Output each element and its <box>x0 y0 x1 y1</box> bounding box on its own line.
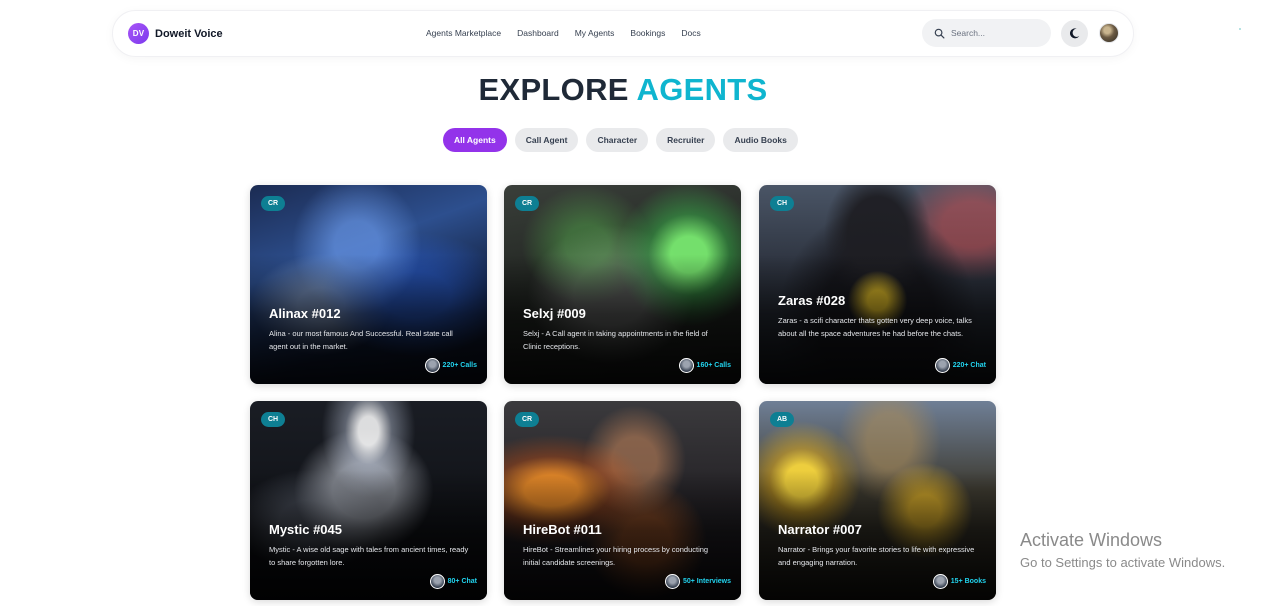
category-badge: CH <box>261 412 286 427</box>
category-badge: CR <box>515 412 540 427</box>
top-navbar: DV Doweit Voice Agents Marketplace Dashb… <box>112 10 1134 57</box>
nav-link-agents-marketplace[interactable]: Agents Marketplace <box>426 28 501 38</box>
page-title-part1: EXPLORE <box>478 72 629 107</box>
page-title: EXPLORE AGENTS <box>0 72 1246 108</box>
card-stat: 15+ Books <box>932 574 986 589</box>
filter-chips: All Agents Call Agent Character Recruite… <box>443 128 798 152</box>
nav-link-bookings[interactable]: Bookings <box>630 28 665 38</box>
brand-name: Doweit Voice <box>155 27 223 40</box>
card-stat: 160+ Calls <box>678 358 731 373</box>
agent-card-mystic[interactable]: CH Mystic #045 Mystic - A wise old sage … <box>250 401 487 600</box>
page-title-part2: AGENTS <box>636 72 768 107</box>
card-title: Alinax #012 <box>269 306 341 321</box>
agent-mini-avatar-icon <box>664 574 680 589</box>
category-badge: CR <box>261 196 286 211</box>
agent-mini-avatar-icon <box>429 574 445 589</box>
card-description: Selxj - A Call agent in taking appointme… <box>523 329 708 351</box>
card-stat-text: 15+ Books <box>950 578 986 585</box>
card-overlay <box>759 401 996 600</box>
brand[interactable]: DV Doweit Voice <box>128 23 223 44</box>
card-stat-text: 220+ Chat <box>952 362 986 369</box>
card-overlay <box>504 185 741 384</box>
card-title: Zaras #028 <box>778 293 846 308</box>
moon-icon <box>1070 28 1080 39</box>
nav-link-docs[interactable]: Docs <box>681 28 700 38</box>
search-box[interactable] <box>922 19 1051 47</box>
card-title: HireBot #011 <box>523 522 602 537</box>
card-title: Mystic #045 <box>269 522 342 537</box>
card-description: HireBot - Streamlines your hiring proces… <box>523 545 709 567</box>
corner-dot <box>1239 28 1241 30</box>
card-stat-text: 80+ Chat <box>447 578 477 585</box>
user-avatar[interactable] <box>1099 23 1119 43</box>
card-description: Zaras - a scifi character thats gotten v… <box>778 316 972 338</box>
card-description: Narrator - Brings your favorite stories … <box>778 545 975 567</box>
card-overlay <box>250 185 487 384</box>
card-stat-text: 220+ Calls <box>442 362 477 369</box>
agent-mini-avatar-icon <box>678 358 694 373</box>
agent-mini-avatar-icon <box>932 574 948 589</box>
filter-recruiter[interactable]: Recruiter <box>656 128 716 152</box>
card-stat: 80+ Chat <box>429 574 477 589</box>
card-stat: 220+ Calls <box>424 358 477 373</box>
card-overlay <box>504 401 741 600</box>
filter-audio-books[interactable]: Audio Books <box>723 128 798 152</box>
card-description: Mystic - A wise old sage with tales from… <box>269 545 469 567</box>
filter-call-agent[interactable]: Call Agent <box>514 128 579 152</box>
nav-link-dashboard[interactable]: Dashboard <box>517 28 559 38</box>
activate-windows-subtitle: Go to Settings to activate Windows. <box>1020 555 1226 570</box>
card-stat-text: 160+ Calls <box>696 362 731 369</box>
brand-logo: DV <box>128 23 149 44</box>
activate-windows-title: Activate Windows <box>1020 530 1163 550</box>
agent-card-zaras[interactable]: CH Zaras #028 Zaras - a scifi character … <box>759 185 996 384</box>
card-title: Narrator #007 <box>778 522 862 537</box>
search-input[interactable] <box>951 28 1031 38</box>
card-stat: 220+ Chat <box>934 358 986 373</box>
filter-character[interactable]: Character <box>586 128 649 152</box>
card-title: Selxj #009 <box>523 306 586 321</box>
agent-card-selxj[interactable]: CR Selxj #009 Selxj - A Call agent in ta… <box>504 185 741 384</box>
category-badge: CR <box>515 196 540 211</box>
category-badge: CH <box>770 196 795 211</box>
agent-card-alinax[interactable]: CR Alinax #012 Alina - our most famous A… <box>250 185 487 384</box>
search-icon <box>934 28 945 38</box>
agent-mini-avatar-icon <box>424 358 440 373</box>
category-badge: AB <box>770 412 795 427</box>
nav-links: Agents Marketplace Dashboard My Agents B… <box>426 28 701 38</box>
agent-card-narrator[interactable]: AB Narrator #007 Narrator - Brings your … <box>759 401 996 600</box>
agent-mini-avatar-icon <box>934 358 950 373</box>
theme-toggle-button[interactable] <box>1061 20 1088 47</box>
card-stat-text: 50+ Interviews <box>682 578 731 585</box>
card-overlay <box>250 401 487 600</box>
nav-link-my-agents[interactable]: My Agents <box>575 28 615 38</box>
agent-card-hirebot[interactable]: CR HireBot #011 HireBot - Streamlines yo… <box>504 401 741 600</box>
filter-all-agents[interactable]: All Agents <box>443 128 507 152</box>
card-description: Alina - our most famous And Successful. … <box>269 329 453 351</box>
card-stat: 50+ Interviews <box>664 574 731 589</box>
card-overlay <box>759 185 996 384</box>
